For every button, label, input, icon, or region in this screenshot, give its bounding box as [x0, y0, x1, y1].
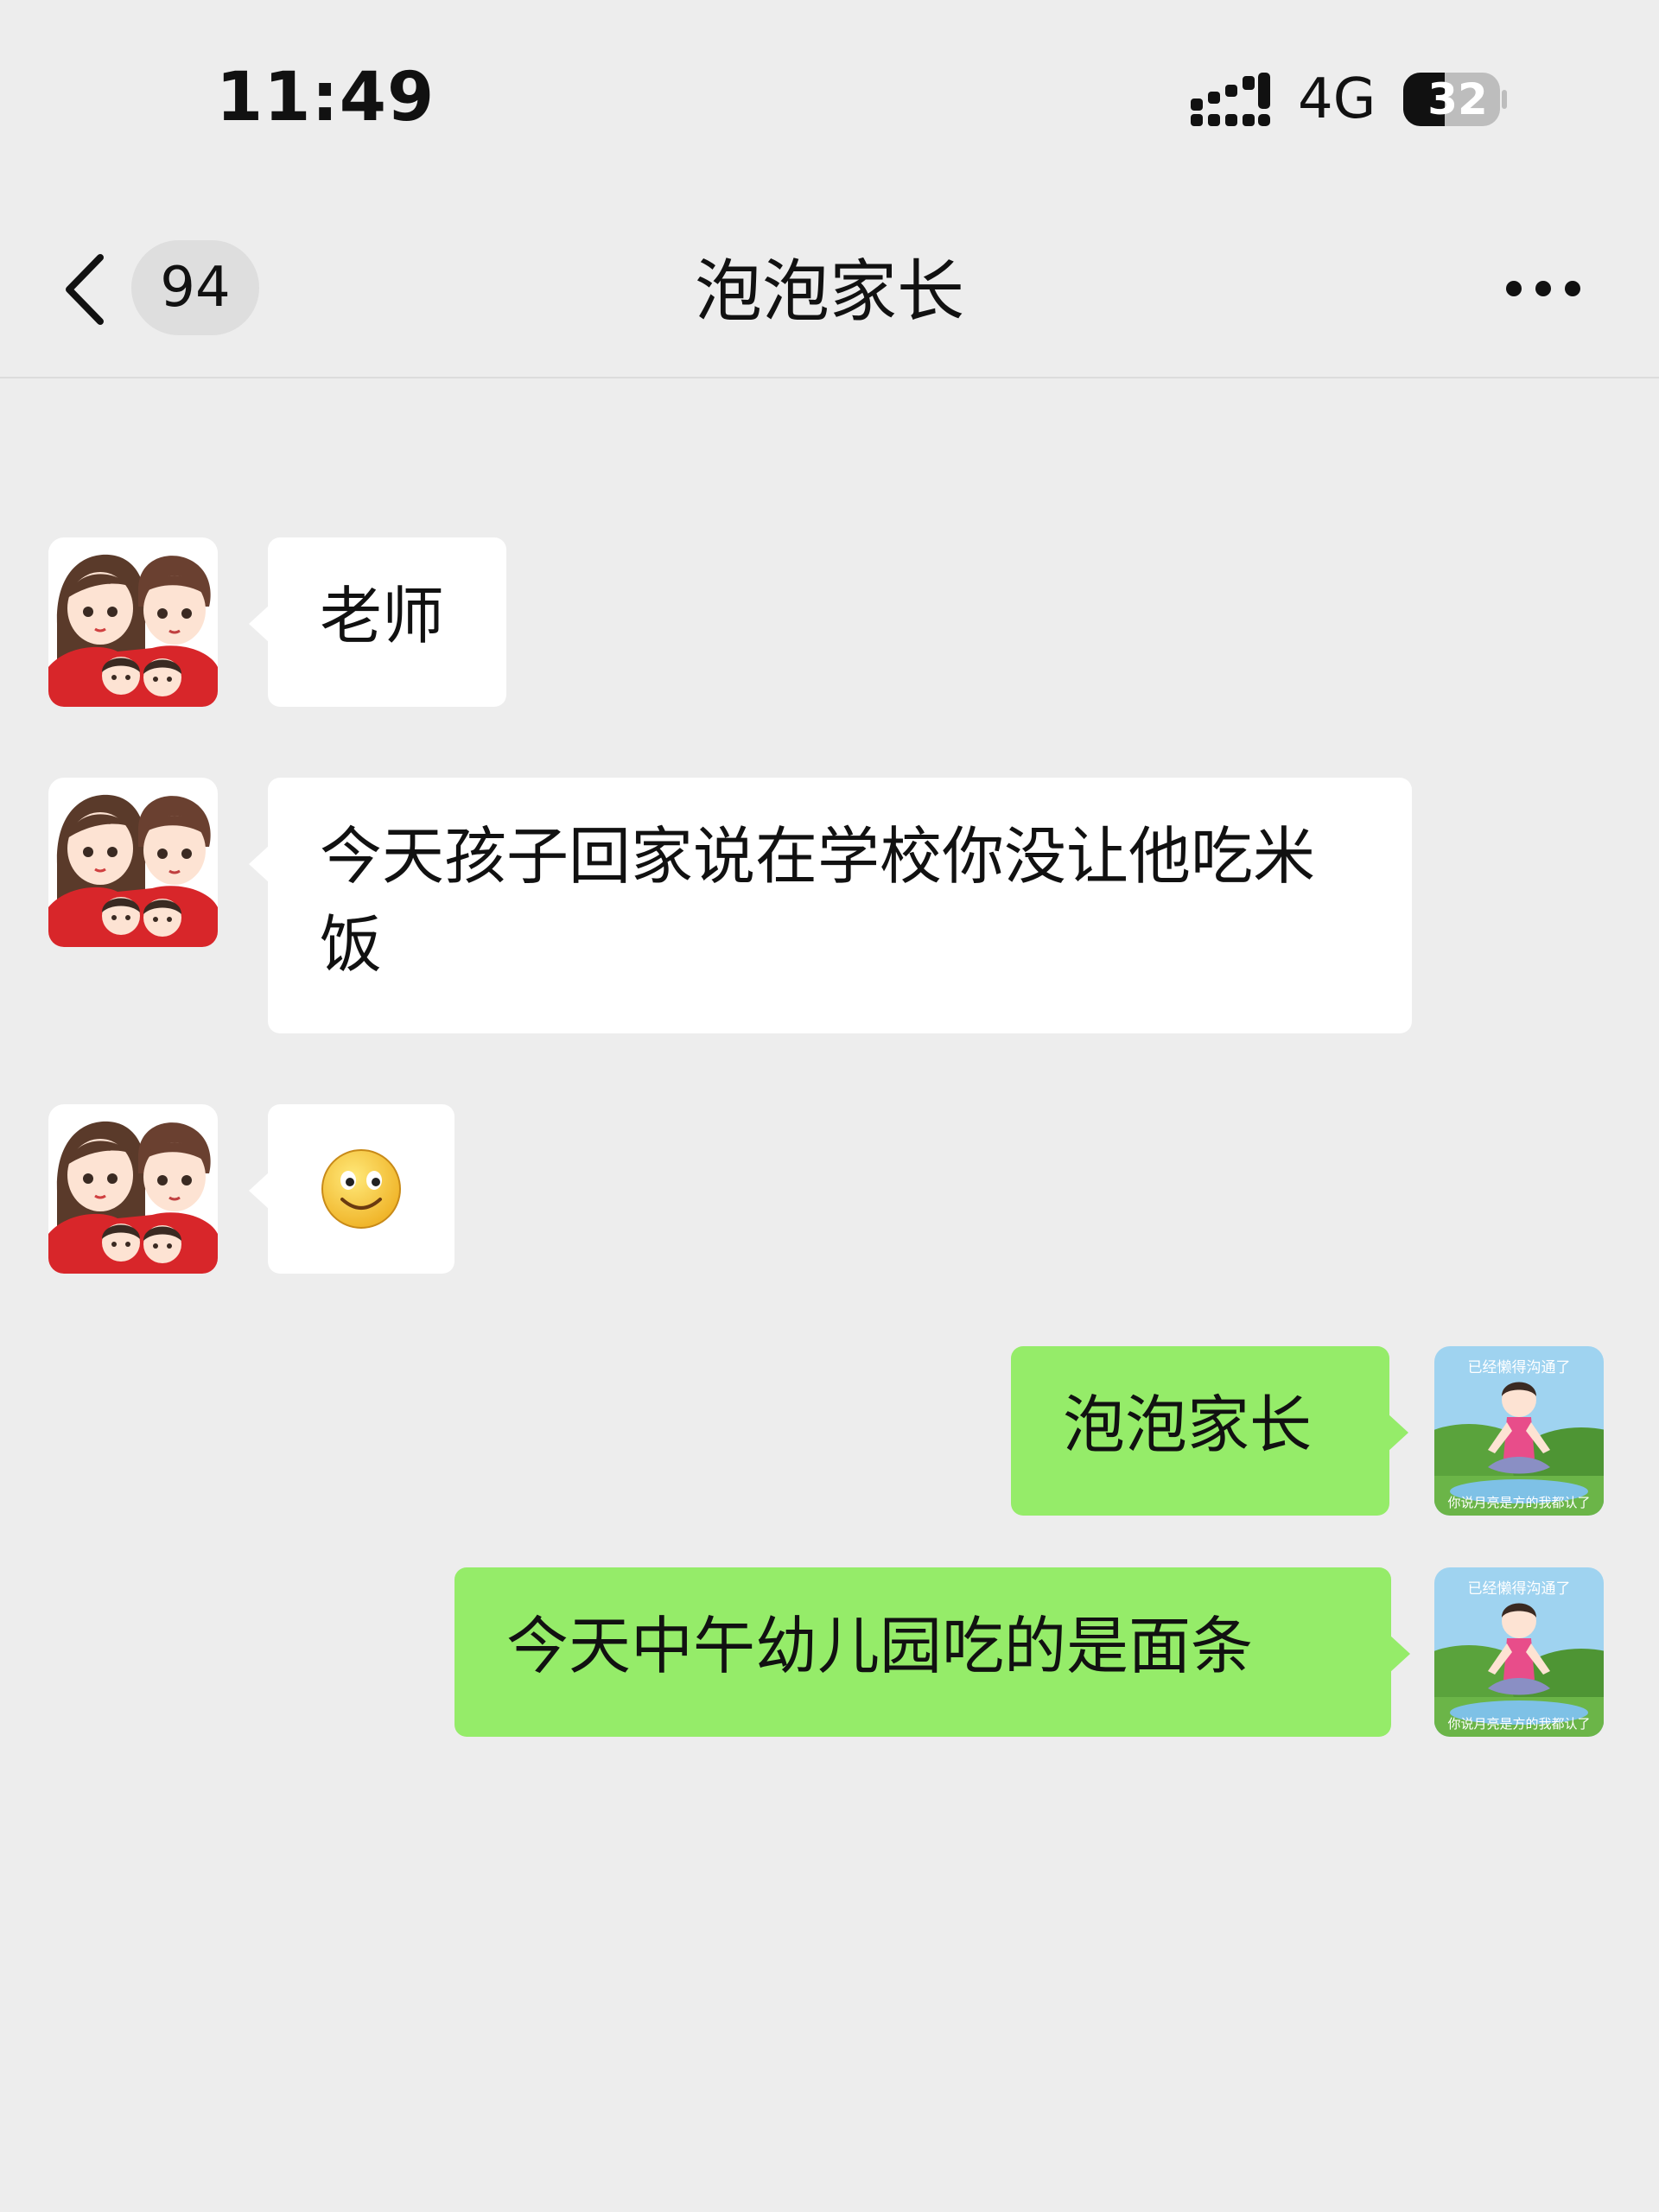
avatar-caption-top: 已经懒得沟通了 — [1467, 1359, 1571, 1376]
more-options-icon[interactable] — [1503, 278, 1583, 299]
avatar-caption-top: 已经懒得沟通了 — [1467, 1580, 1571, 1598]
message-text: 今天孩子回家说在学校你没让他吃米饭 — [320, 820, 1316, 981]
self-avatar[interactable]: 已经懒得沟通了 你说月亮是方的我都认了 — [1434, 1567, 1604, 1737]
message-text: 泡泡家长 — [1063, 1389, 1313, 1461]
back-chevron-icon[interactable] — [62, 252, 111, 327]
signal-icon — [1191, 73, 1270, 126]
smile-emoji-icon — [321, 1149, 401, 1229]
contact-avatar[interactable] — [48, 778, 218, 947]
battery-level: 32 — [1427, 74, 1488, 124]
message-text: 老师 — [320, 580, 445, 652]
avatar-caption-bottom: 你说月亮是方的我都认了 — [1447, 1495, 1591, 1510]
network-type: 4G — [1298, 67, 1376, 131]
message-bubble-received[interactable] — [249, 1104, 454, 1274]
message-bubble-sent[interactable]: 今天中午幼儿园吃的是面条 — [454, 1567, 1410, 1737]
unread-count-badge[interactable]: 94 — [131, 240, 259, 335]
contact-avatar[interactable] — [48, 537, 218, 707]
avatar-caption-bottom: 你说月亮是方的我都认了 — [1447, 1716, 1591, 1732]
self-avatar[interactable]: 已经懒得沟通了 你说月亮是方的我都认了 — [1434, 1346, 1604, 1516]
message-bubble-received[interactable]: 老师 — [249, 537, 506, 707]
status-time: 11:49 — [216, 59, 435, 137]
chat-header: 泡泡家长 94 — [0, 199, 1659, 378]
message-bubble-sent[interactable]: 泡泡家长 — [1011, 1346, 1408, 1516]
contact-avatar[interactable] — [48, 1104, 218, 1274]
battery-icon: 32 — [1402, 71, 1509, 128]
message-bubble-received[interactable]: 今天孩子回家说在学校你没让他吃米饭 — [249, 778, 1412, 1033]
message-text: 今天中午幼儿园吃的是面条 — [506, 1610, 1254, 1682]
status-bar: 11:49 4G 32 — [0, 0, 1659, 199]
